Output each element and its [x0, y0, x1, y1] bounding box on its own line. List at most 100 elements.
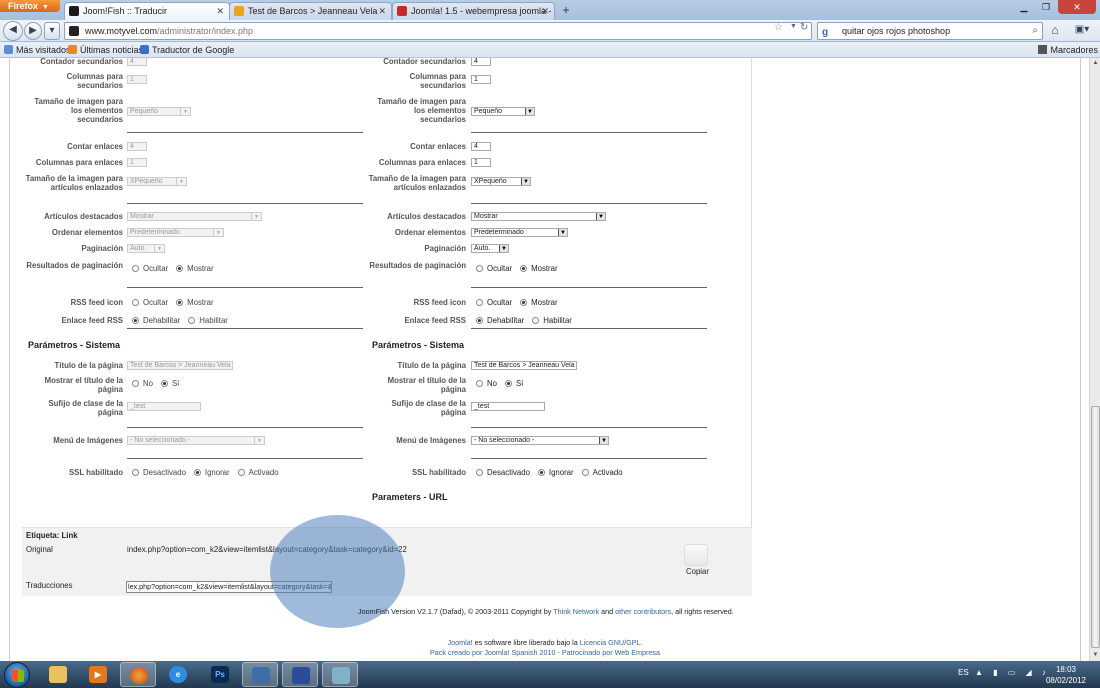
row-divider	[127, 287, 363, 288]
sufijo-de-clase-de-la-pagina-orig-label: Sufijo de clase de la página	[48, 399, 123, 417]
rss-feed-icon-trans-option-mostrar[interactable]: Mostrar	[520, 298, 558, 307]
scroll-up-icon[interactable]: ▲	[1090, 58, 1100, 69]
back-arrow-icon[interactable]: ◀	[3, 21, 23, 41]
language-indicator[interactable]: ES	[958, 668, 969, 677]
home-icon[interactable]: ⌂	[1046, 22, 1064, 40]
radio-button-icon[interactable]	[476, 380, 483, 387]
radio-button-icon	[193, 469, 201, 476]
start-button[interactable]	[4, 662, 30, 688]
think-network-link[interactable]: Think Network	[553, 607, 599, 616]
search-input[interactable]: g quitar ojos rojos photoshop ⌕	[817, 22, 1043, 40]
rss-feed-icon-orig-label: RSS feed icon	[70, 298, 123, 307]
joomla-link[interactable]: Joomla!	[448, 638, 473, 647]
tab-joomla-webempresa[interactable]: Joomla! 1.5 - webempresa joomla - H... ✕	[392, 2, 555, 20]
articulos-destacados-orig-select: Mostrar ▼	[127, 212, 262, 221]
minimize-icon[interactable]: ▁	[1014, 0, 1034, 14]
scroll-down-icon[interactable]: ▼	[1090, 650, 1100, 661]
chevron-down-icon[interactable]: ▼	[525, 108, 534, 115]
menu-de-imagenes-trans-select[interactable]: - No seleccionado - ▼	[471, 436, 609, 445]
tamano-de-imagen-para-los-elementos-secundarios-trans-select[interactable]: Pequeño ▼	[471, 107, 535, 116]
close-tab-icon[interactable]: ✕	[378, 3, 386, 19]
radio-button-icon[interactable]	[532, 317, 540, 324]
mostrar-el-titulo-de-la-pagina-trans-label: Mostrar el título de la página	[387, 376, 466, 394]
chevron-down-icon[interactable]: ▼	[521, 178, 530, 185]
chevron-down-icon[interactable]: ▼	[558, 229, 567, 236]
resultados-de-paginacion-trans-option-mostrar[interactable]: Mostrar	[520, 264, 558, 273]
vertical-scrollbar[interactable]: ▲ ▼	[1089, 58, 1100, 661]
clock[interactable]: 18:03 08/02/2012	[1040, 664, 1092, 686]
tab-joomfish[interactable]: Joom!Fish :: Traducir ✕	[64, 2, 230, 20]
scrollbar-thumb[interactable]	[1091, 406, 1100, 648]
columnas-para-enlaces-trans-input[interactable]: 1	[471, 158, 491, 167]
mostrar-el-titulo-de-la-pagina-trans-radio-group: No Sí	[476, 379, 531, 388]
bookmark-google-translate[interactable]: Traductor de Google	[140, 42, 234, 58]
bookmark-most-visited[interactable]: Más visitados	[4, 42, 71, 58]
ssl-habilitado-trans-option-desactivado[interactable]: Desactivado	[476, 468, 530, 477]
reload-icon[interactable]: ↻	[800, 22, 808, 33]
titulo-de-la-pagina-trans-input[interactable]: Test de Barcos > Jeanneau Vela	[471, 361, 577, 370]
bookmark-latest-news[interactable]: Últimas noticias	[68, 42, 143, 58]
taskbar-app-2[interactable]	[282, 662, 318, 687]
radio-button-icon[interactable]	[476, 265, 483, 272]
system-tray-icons[interactable]: ▲ ▮ ▭ ◢ ♪	[975, 668, 1050, 677]
contar-enlaces-trans-input[interactable]: 4	[471, 142, 491, 151]
mostrar-el-titulo-de-la-pagina-trans-option-no[interactable]: No	[476, 379, 497, 388]
close-window-icon[interactable]: ✕	[1058, 0, 1096, 14]
radio-button-icon[interactable]	[476, 317, 483, 324]
ordenar-elementos-trans-select[interactable]: Predeterminado ▼	[471, 228, 568, 237]
sufijo-de-clase-de-la-pagina-trans-input[interactable]: _test	[471, 402, 545, 411]
chevron-down-icon[interactable]: ▼	[599, 437, 608, 444]
rss-feed-icon-trans-option-ocultar[interactable]: Ocultar	[476, 298, 512, 307]
columnas-para-secundarios-trans-input[interactable]: 1	[471, 75, 491, 84]
search-icon[interactable]: ⌕	[1032, 23, 1038, 39]
firefox-menu-button[interactable]: Firefox ▼	[0, 0, 60, 12]
radio-button-icon[interactable]	[581, 469, 589, 476]
taskbar-internet-explorer[interactable]: e	[160, 662, 196, 687]
ordenar-elementos-trans-label: Ordenar elementos	[394, 228, 466, 237]
paginacion-trans-select[interactable]: Auto. ▼	[471, 244, 509, 253]
close-tab-icon[interactable]: ✕	[216, 3, 224, 19]
contador-secundarios-trans-input[interactable]: 4	[471, 58, 491, 66]
chevron-down-icon[interactable]: ▼	[499, 245, 508, 252]
radio-button-icon[interactable]	[504, 380, 512, 387]
address-bar[interactable]: www.motyvel.com/administrator/index.php	[64, 22, 812, 40]
translation-panel	[22, 58, 752, 596]
tamano-de-la-imagen-para-articulos-enlazados-trans-select[interactable]: XPequeño ▼	[471, 177, 531, 186]
taskbar-app-1[interactable]	[242, 662, 278, 687]
taskbar-explorer[interactable]	[40, 662, 76, 687]
articulos-destacados-trans-select[interactable]: Mostrar ▼	[471, 212, 606, 221]
other-contributors-link[interactable]: other contributors	[615, 607, 671, 616]
radio-button-icon[interactable]	[520, 299, 528, 306]
gpl-license-link[interactable]: Licencia GNU/GPL.	[580, 638, 643, 647]
ssl-habilitado-orig-option-activado: Activado	[237, 468, 279, 477]
addon-bar-icon[interactable]: ▣▾	[1070, 22, 1094, 40]
radio-button-icon[interactable]	[520, 265, 528, 272]
mostrar-el-titulo-de-la-pagina-trans-option-si[interactable]: Sí	[504, 379, 523, 388]
bookmarks-menu[interactable]: Marcadores	[1038, 42, 1098, 58]
new-tab-button[interactable]: +	[558, 3, 574, 19]
translation-input[interactable]: lex.php?option=com_k2&view=itemlist&layo…	[126, 581, 332, 593]
url-dropdown-icon[interactable]: ▼	[790, 23, 797, 30]
resultados-de-paginacion-trans-option-ocultar[interactable]: Ocultar	[476, 264, 512, 273]
chevron-down-icon[interactable]: ▼	[596, 213, 605, 220]
radio-button-icon[interactable]	[537, 469, 545, 476]
maximize-icon[interactable]: ❐	[1036, 0, 1056, 14]
copy-icon[interactable]	[684, 544, 708, 566]
tab-test-barcos[interactable]: Test de Barcos > Jeanneau Vela ✕	[229, 2, 392, 20]
radio-button-icon[interactable]	[476, 469, 483, 476]
copy-button[interactable]: Copiar	[686, 567, 709, 576]
ssl-habilitado-trans-option-ignorar[interactable]: Ignorar	[537, 468, 574, 477]
enlace-feed-rss-trans-option-habilitar[interactable]: Habilitar	[532, 316, 572, 325]
history-dropdown-icon[interactable]: ▾	[44, 22, 60, 40]
taskbar-firefox[interactable]	[120, 662, 156, 687]
radio-button-icon[interactable]	[476, 299, 483, 306]
bookmark-star-icon[interactable]: ☆	[774, 22, 783, 33]
enlace-feed-rss-trans-option-dehabilitar[interactable]: Dehabilitar	[476, 316, 524, 325]
taskbar-media-player[interactable]: ▶	[80, 662, 116, 687]
ssl-habilitado-trans-option-activado[interactable]: Activado	[581, 468, 623, 477]
taskbar-app-3[interactable]	[322, 662, 358, 687]
forward-arrow-icon[interactable]: ▶	[24, 22, 42, 40]
taskbar-photoshop[interactable]: Ps	[202, 662, 238, 687]
menu-de-imagenes-trans-label: Menú de Imágenes	[396, 436, 466, 445]
close-tab-icon[interactable]: ✕	[541, 3, 549, 19]
